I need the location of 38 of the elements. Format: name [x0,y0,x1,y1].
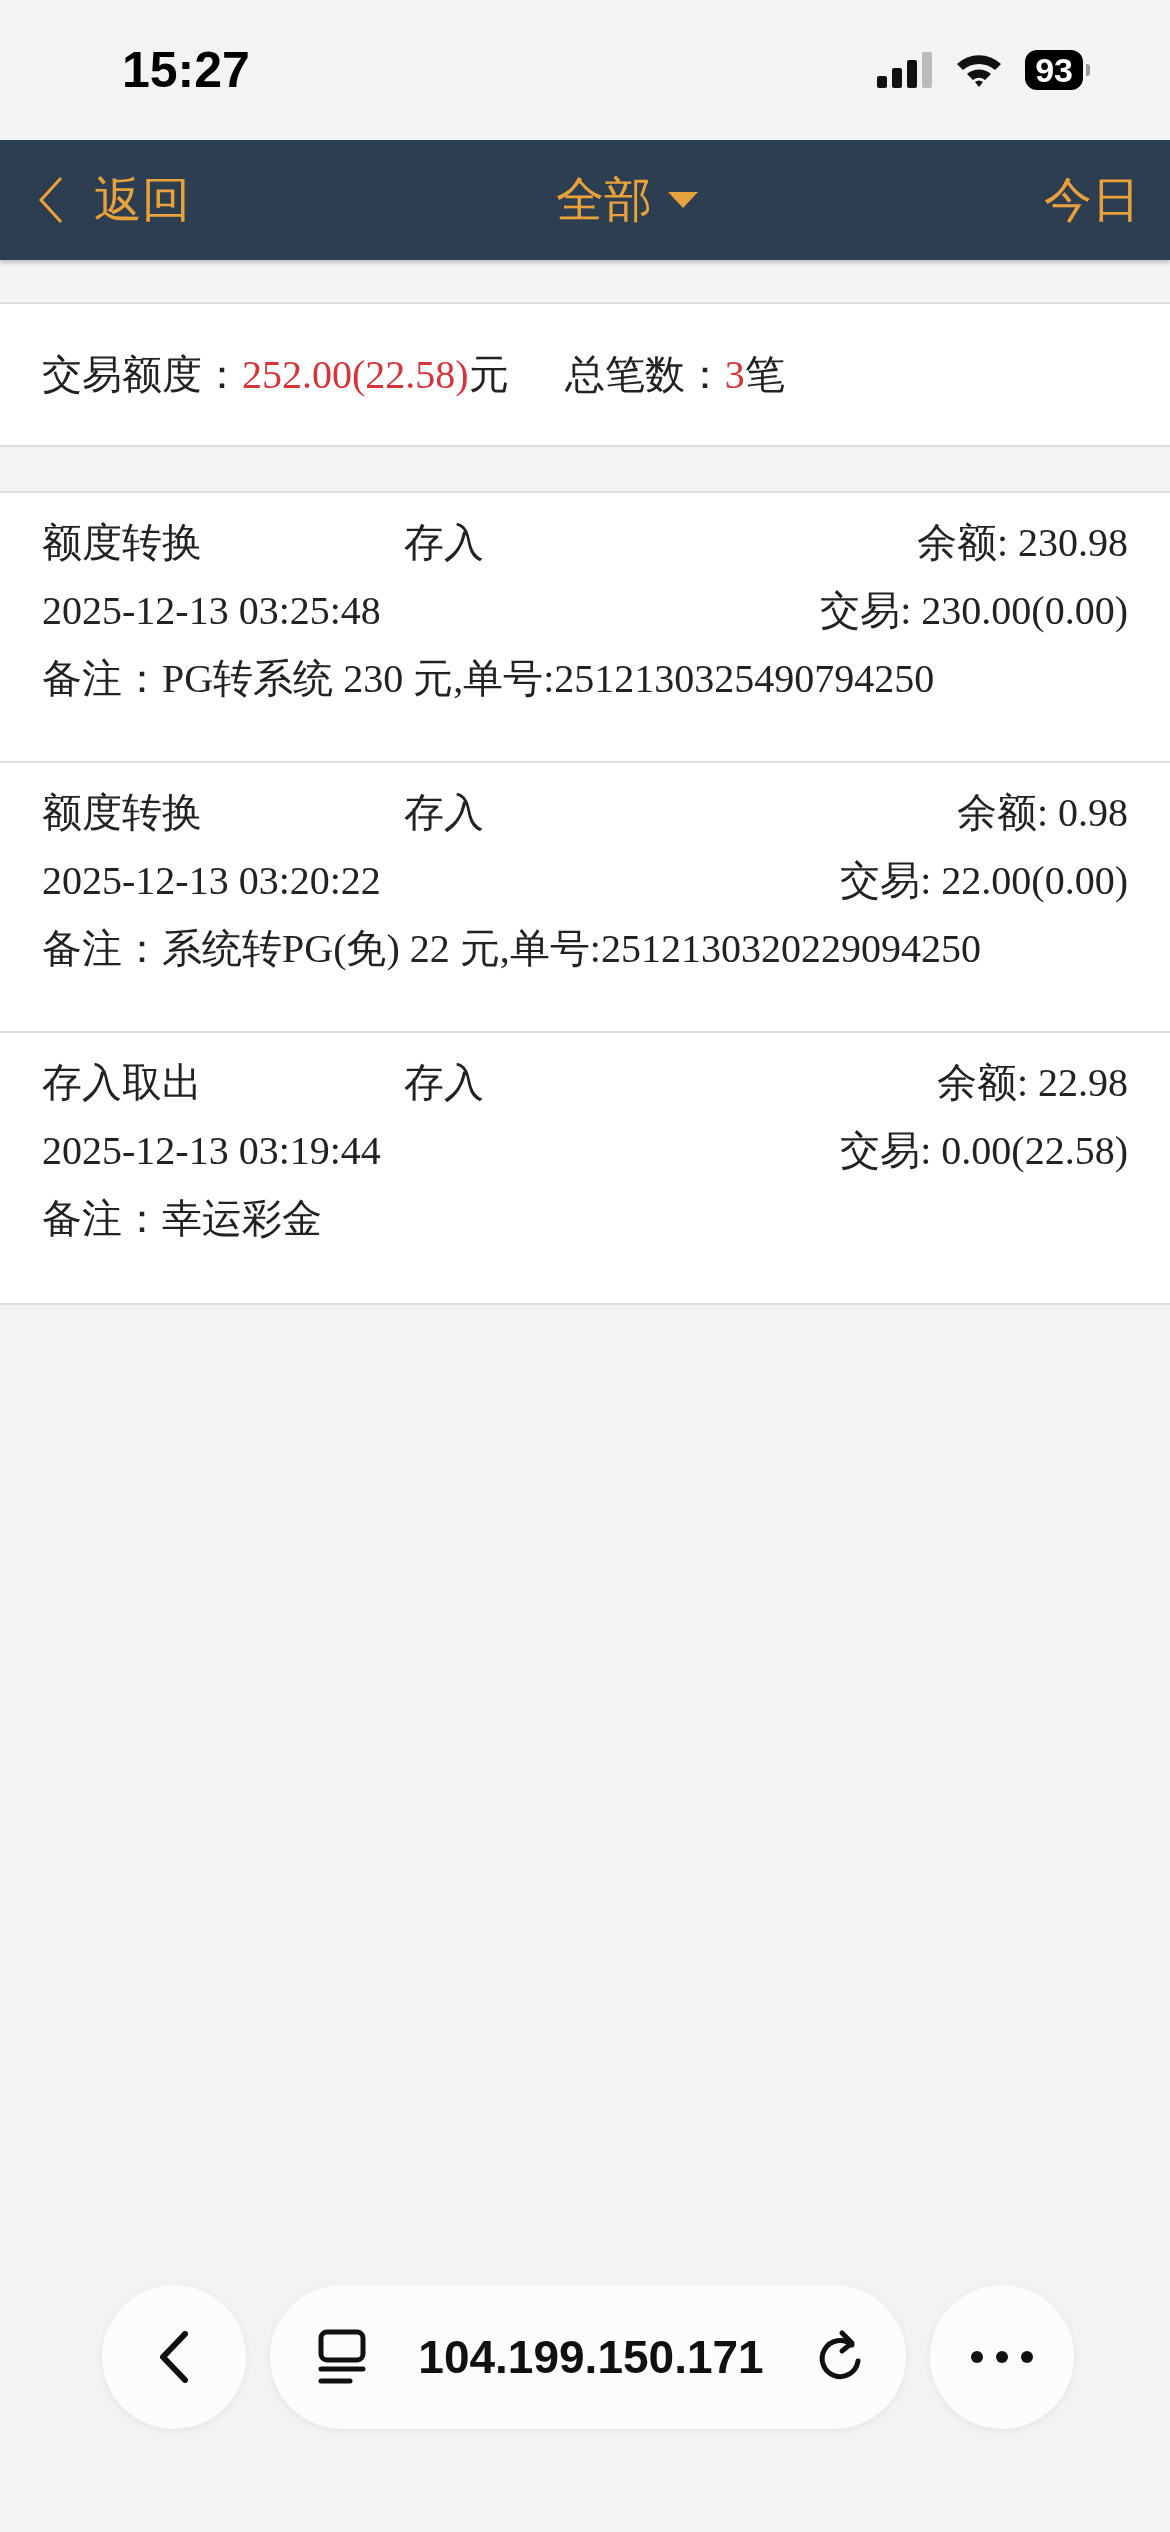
record-type: 存入 [404,789,484,836]
filter-dropdown[interactable]: 全部 [556,168,698,232]
back-button[interactable]: 返回 [38,168,190,232]
count-unit: 笔 [744,351,785,398]
record-time: 2025-12-13 03:20:22 [42,857,381,904]
caret-icon [668,192,698,208]
record-category: 额度转换 [42,519,203,566]
count-value: 3 [724,351,745,398]
record-amount: 交易: 230.00(0.00) [820,587,1128,635]
record-category: 存入取出 [42,1059,203,1106]
signal-icon [877,52,934,88]
amount-label: 交易额度： [42,351,242,398]
record-time: 2025-12-13 03:19:44 [42,1127,381,1174]
record-amount: 交易: 0.00(22.58) [840,1127,1128,1175]
record-amount: 交易: 22.00(0.00) [840,857,1128,905]
count-label: 总笔数： [564,351,725,398]
record-note: 备注：幸运彩金 [42,1195,322,1243]
record-balance: 余额: 230.98 [916,519,1128,567]
amount-value: 252.00(22.58) [242,351,469,398]
battery-level: 93 [1025,50,1083,90]
record-type: 存入 [404,1059,484,1106]
today-button[interactable]: 今日 [1044,168,1140,232]
more-icon [970,2350,1034,2364]
status-time: 15:27 [122,41,250,99]
record-time: 2025-12-13 03:25:48 [42,587,381,634]
record-balance: 余额: 0.98 [956,789,1128,837]
record-note: 备注：PG转系统 230 元,单号:2512130325490794250 [42,655,935,703]
url-text: 104.199.150.171 [418,2330,764,2384]
record-type: 存入 [404,519,484,566]
amount-unit: 元 [468,351,509,398]
wifi-icon [955,52,1004,88]
chevron-left-icon [159,2331,189,2383]
address-bar[interactable]: 104.199.150.171 [270,2285,906,2429]
page-menu-icon[interactable] [318,2329,366,2385]
record-note: 备注：系统转PG(免) 22 元,单号:2512130320229094250 [42,925,981,973]
record-balance: 余额: 22.98 [936,1059,1128,1107]
record-category: 额度转换 [42,789,203,836]
chevron-left-icon [38,176,64,224]
